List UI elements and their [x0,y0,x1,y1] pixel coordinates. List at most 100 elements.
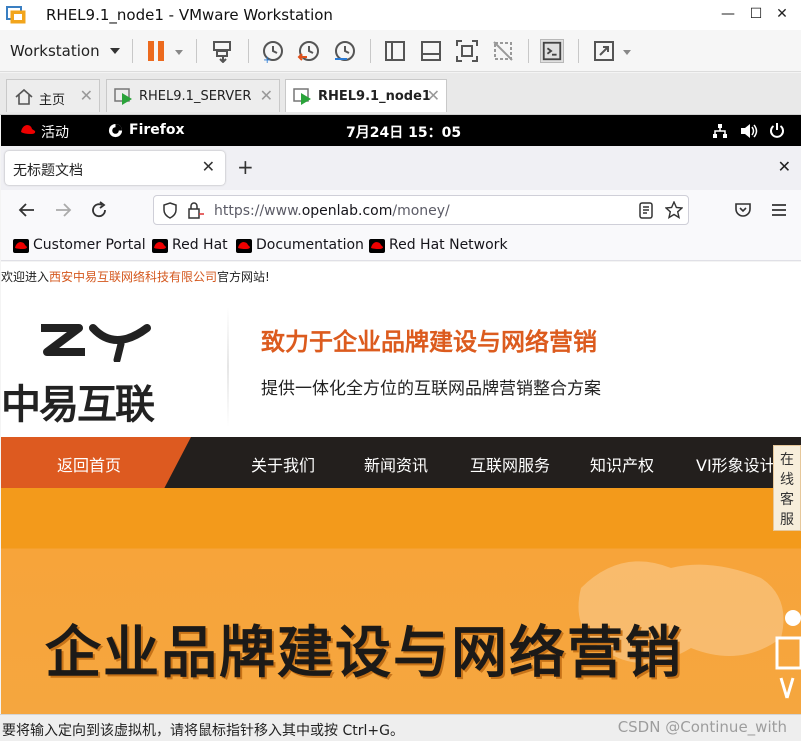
firefox-tab-strip: 无标题文档 ✕ + ✕ [1,146,801,190]
unity-off-icon[interactable] [491,39,515,63]
vm-tab-strip: 主页 ✕ RHEL9.1_SERVER ✕ RHEL9.1_node1 ✕ [0,73,801,115]
company-link[interactable]: 西安中易互联网络科技有限公司 [49,270,217,284]
site-header: 中易互联 致力于企业品牌建设与网络营销 提供一体化全方位的互联网品牌营销整合方案 [1,292,801,437]
tab-rhel-node1[interactable]: RHEL9.1_node1 ✕ [285,79,447,112]
status-message: 要将输入定向到该虚拟机，请将鼠标指针移入其中或按 Ctrl+G。 [2,723,404,739]
url-domain: openlab.com [301,203,393,219]
redhat-icon [152,239,168,253]
welcome-text: 欢迎进入西安中易互联网络科技有限公司官方网站! [1,268,270,285]
bookmark-red-hat[interactable]: Red Hat [152,237,228,253]
home-icon [15,88,33,105]
header-divider [227,307,229,427]
zy-logo-icon[interactable] [35,322,155,362]
toolbar-separator [528,39,529,63]
vm-running-icon [293,88,311,105]
watermark-text: CSDN @Continue_with [617,718,787,736]
reader-view-icon[interactable] [638,202,654,219]
snapshot-manager-icon[interactable] [333,39,357,63]
nav-vi-design[interactable]: VI形象设计 [696,452,776,476]
volume-icon[interactable] [740,123,758,139]
toolbar-separator [370,39,371,63]
activities-button[interactable]: 活动 [41,122,69,142]
nav-home[interactable]: 返回首页 [1,437,191,488]
site-nav-menu: 返回首页 关于我们 新闻资讯 互联网服务 知识产权 VI形象设计 [1,437,801,488]
back-arrow-icon[interactable] [17,200,37,220]
close-icon[interactable]: ✕ [80,86,93,105]
figure-illustration-icon [775,610,801,699]
bookmark-label: Red Hat [172,237,228,253]
bookmark-documentation[interactable]: Documentation [236,237,364,253]
chevron-down-icon[interactable] [623,50,631,55]
clock[interactable]: 7月24日 15：05 [346,122,461,142]
bookmark-red-hat-network[interactable]: Red Hat Network [369,237,508,253]
close-icon[interactable]: ✕ [260,86,273,105]
tab-label: 主页 [39,93,66,108]
bookmark-label: Documentation [256,237,364,253]
url-bar[interactable]: https://www.openlab.com/money/ [153,195,689,225]
toolbar-separator [132,39,133,63]
redhat-logo-icon[interactable] [19,123,37,137]
tab-home[interactable]: 主页 ✕ [6,79,100,112]
nav-internet-services[interactable]: 互联网服务 [470,452,550,476]
reload-icon[interactable] [89,200,109,220]
hero-banner: 企业品牌建设与网络营销 [1,488,801,714]
lock-icon[interactable] [187,202,205,219]
hamburger-menu-icon[interactable] [769,200,789,220]
bookmark-customer-portal[interactable]: Customer Portal [13,237,146,253]
revert-snapshot-icon[interactable] [297,39,321,63]
url-text[interactable]: https://www.openlab.com/money/ [214,203,450,219]
redhat-icon [369,239,385,253]
nav-ip[interactable]: 知识产权 [590,452,654,476]
active-app-name[interactable]: Firefox [129,122,185,138]
logo-text[interactable]: 中易互联 [1,372,155,430]
window-title: RHEL9.1_node1 - VMware Workstation [46,6,333,24]
bookmark-star-icon[interactable] [665,201,683,219]
console-view-icon[interactable] [540,39,564,63]
close-icon[interactable]: ✕ [427,86,440,105]
bookmark-label: Customer Portal [33,237,146,253]
toolbar-separator [578,39,579,63]
vmware-app-icon [6,6,26,24]
sidebar-toggle-icon[interactable] [383,39,407,63]
bookmarks-toolbar: Customer Portal Red Hat Documentation Re… [1,230,801,261]
gnome-top-bar: 活动 Firefox 7月24日 15：05 [1,115,801,146]
maximize-button[interactable]: ☐ [745,4,767,24]
nav-about[interactable]: 关于我们 [251,452,315,476]
nav-label: 返回首页 [57,456,122,475]
send-keys-icon[interactable] [211,39,235,63]
bookmark-label: Red Hat Network [389,237,508,253]
stretch-guest-icon[interactable] [592,39,616,63]
tab-rhel-server[interactable]: RHEL9.1_SERVER ✕ [106,79,280,112]
workstation-menu[interactable]: Workstation [10,42,100,60]
new-tab-button[interactable]: + [237,155,254,179]
pocket-icon[interactable] [733,200,753,220]
browser-nav-bar: https://www.openlab.com/money/ [1,190,801,230]
minimize-button[interactable]: — [717,4,739,24]
nav-news[interactable]: 新闻资讯 [364,452,428,476]
power-icon[interactable] [769,122,785,138]
tab-label: RHEL9.1_node1 [318,89,431,104]
forward-arrow-icon[interactable] [53,200,73,220]
close-icon[interactable]: ✕ [202,157,215,176]
banner-title: 企业品牌建设与网络营销 [45,621,683,686]
fullscreen-icon[interactable] [455,39,479,63]
browser-tab[interactable]: 无标题文档 ✕ [5,151,225,185]
header-subtitle: 提供一体化全方位的互联网品牌营销整合方案 [261,379,601,399]
chevron-down-icon[interactable] [110,48,120,54]
toolbar-separator [196,39,197,63]
window-title-bar: RHEL9.1_node1 - VMware Workstation — ☐ ✕ [0,0,801,30]
thumbnail-bar-icon[interactable] [419,39,443,63]
tab-label: RHEL9.1_SERVER [139,89,252,104]
pause-icon[interactable] [144,39,168,63]
url-path: /money/ [392,203,450,219]
tracking-shield-icon[interactable] [162,202,178,219]
network-icon[interactable] [712,123,728,139]
close-button[interactable]: ✕ [771,4,793,24]
chevron-down-icon[interactable] [175,50,183,55]
svg-text:+: + [263,55,271,63]
toolbar-separator [248,39,249,63]
snapshot-icon[interactable]: + [261,39,285,63]
online-service-button[interactable]: 在线客服 [773,445,801,531]
browser-close-button[interactable]: ✕ [778,157,791,176]
firefox-icon [108,123,123,138]
